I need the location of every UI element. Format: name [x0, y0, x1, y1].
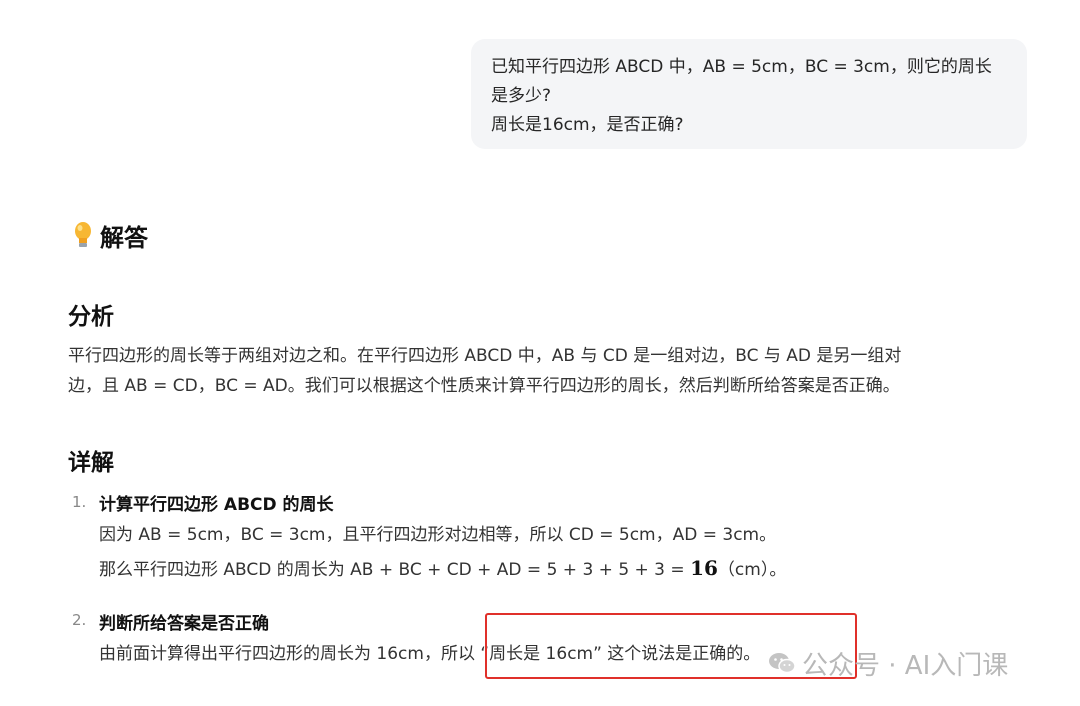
- analysis-paragraph: 平行四边形的周长等于两组对边之和。在平行四边形 ABCD 中，AB 与 CD 是…: [68, 341, 1028, 401]
- list-number: 2.: [72, 611, 87, 629]
- wechat-icon: [769, 653, 796, 674]
- user-message-line: 已知平行四边形 ABCD 中，AB = 5cm，BC = 3cm，则它的周长: [491, 57, 992, 77]
- list-number: 1.: [72, 493, 87, 511]
- formula-text: 那么平行四边形 ABCD 的周长为 AB + BC + CD + AD = 5 …: [99, 560, 691, 580]
- step-formula: 那么平行四边形 ABCD 的周长为 AB + BC + CD + AD = 5 …: [99, 555, 786, 580]
- answer-title: 解答: [100, 223, 148, 252]
- formula-unit: （cm）。: [717, 560, 787, 580]
- user-message-line: 周长是16cm，是否正确?: [491, 115, 684, 135]
- details-heading: 详解: [68, 450, 114, 476]
- chat-page: 已知平行四边形 ABCD 中，AB = 5cm，BC = 3cm，则它的周长 是…: [0, 0, 1080, 706]
- step-text: 因为 AB = 5cm，BC = 3cm，且平行四边形对边相等，所以 CD = …: [99, 525, 777, 545]
- analysis-line: 平行四边形的周长等于两组对边之和。在平行四边形 ABCD 中，AB 与 CD 是…: [68, 346, 902, 366]
- user-message-line: 是多少?: [491, 86, 552, 106]
- watermark-text: 公众号 · AI入门课: [802, 650, 1009, 681]
- analysis-line: 边，且 AB = CD，BC = AD。我们可以根据这个性质来计算平行四边形的周…: [68, 376, 900, 396]
- formula-result: 16: [690, 556, 718, 580]
- analysis-heading: 分析: [68, 304, 114, 330]
- step-title: 判断所给答案是否正确: [99, 614, 269, 634]
- user-message-bubble: 已知平行四边形 ABCD 中，AB = 5cm，BC = 3cm，则它的周长 是…: [471, 39, 1027, 149]
- step-title: 计算平行四边形 ABCD 的周长: [99, 495, 334, 515]
- watermark: 公众号 · AI入门课: [768, 645, 1008, 681]
- lightbulb-icon: [72, 221, 94, 249]
- answer-header: 解答: [72, 218, 148, 252]
